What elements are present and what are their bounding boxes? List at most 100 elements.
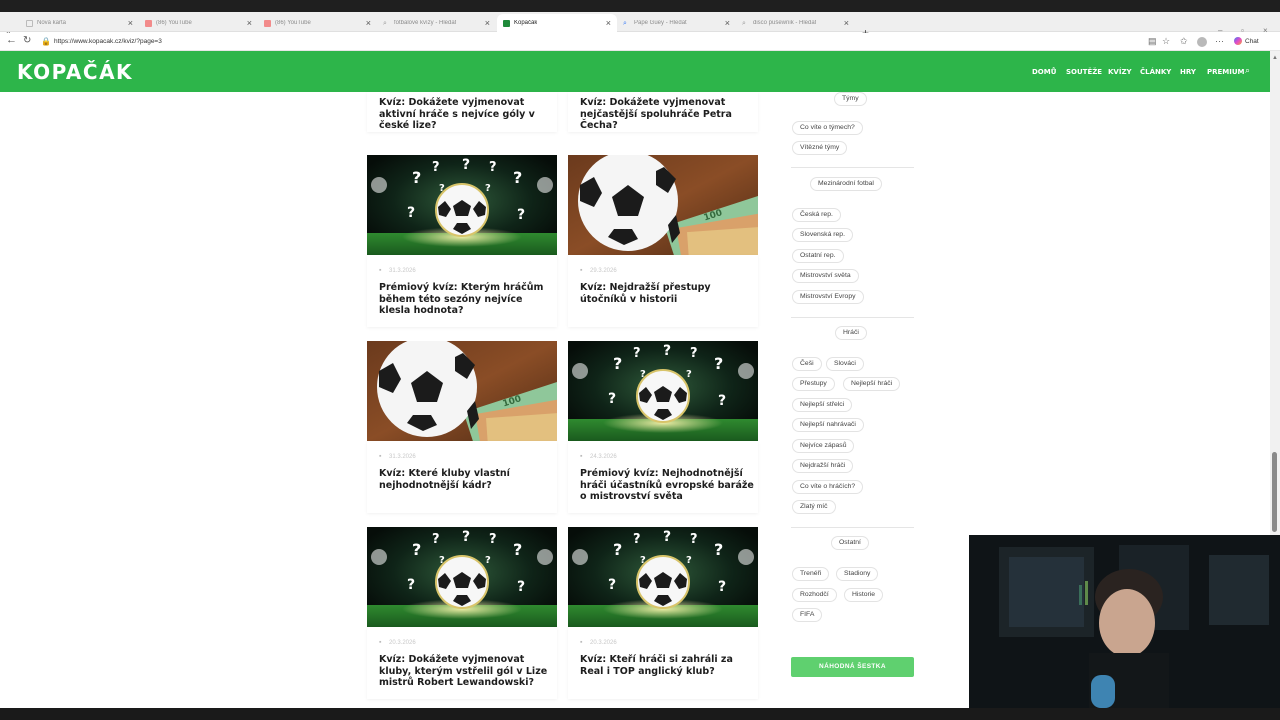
card-title[interactable]: Prémiový kvíz: Nejhodnotnější hráči účas… [580,468,755,503]
tag-nejlepsi-hraci[interactable]: Nejlepší hráči [843,377,901,391]
browser-tab-strip: ⌄ Nová karta × (86) YouTube × (86) YouTu… [0,12,1280,40]
scroll-up-arrow-icon[interactable]: ▲ [1272,55,1278,61]
close-icon[interactable]: × [128,17,133,29]
close-icon[interactable]: × [485,17,490,29]
svg-text:?: ? [412,168,421,187]
tag-historie[interactable]: Historie [844,588,884,602]
nav-hry[interactable]: HRY [1180,68,1196,76]
nav-kvizy[interactable]: KVÍZY [1108,68,1132,76]
url-field[interactable]: https://www.kopacak.cz/kviz/?page=3 [54,38,162,45]
tab-label: disco pušewnik - Hledat [753,20,817,26]
quiz-card[interactable]: Kvíz: Dokážete vyjmenovat nejčastější sp… [568,92,758,132]
tag-co-vite-o-hracich[interactable]: Co víte o hráčích? [792,480,864,494]
card-image[interactable]: ????????? [367,155,557,255]
tag-nejdrazsi-hraci[interactable]: Nejdražší hráči [792,459,854,473]
random-six-button[interactable]: NÁHODNÁ ŠESTKA [791,657,914,677]
card-title[interactable]: Kvíz: Kteří hráči si zahráli za Real i T… [580,654,755,677]
card-date: 31.3.2026 [389,268,416,274]
tag-ostatni-rep[interactable]: Ostatní rep. [792,249,844,263]
quiz-card[interactable]: ▪ 29.3.2026 Kvíz: Nejdražší přestupy útoč… [568,255,758,327]
lock-icon[interactable]: 🔒 [41,37,51,46]
tag-cesi[interactable]: Češi [792,357,822,371]
nav-premium[interactable]: PREMIUM [1207,68,1245,76]
tag-treneri[interactable]: Trenéři [792,567,830,581]
close-icon[interactable]: × [366,17,371,29]
card-title[interactable]: Kvíz: Nejdražší přestupy útočníků v hist… [580,282,755,305]
tag-ceska-rep[interactable]: Česká rep. [792,208,841,222]
tab-youtube-2[interactable]: (86) YouTube × [258,14,377,32]
svg-text:?: ? [608,391,616,407]
quiz-card[interactable]: Kvíz: Dokážete vyjmenovat aktivní hráče … [367,92,557,132]
card-title[interactable]: Kvíz: Dokážete vyjmenovat aktivní hráče … [379,97,554,132]
tag-slovenska-rep[interactable]: Slovenská rep. [792,228,853,242]
youtube-icon [264,19,271,27]
tab-search-disco[interactable]: ⌕ disco pušewnik - Hledat × [736,14,855,32]
tag-nejvice-zapasu[interactable]: Nejvíce zápasů [792,439,855,453]
tag-zlaty-mic[interactable]: Zlatý míč [792,500,836,514]
card-title[interactable]: Kvíz: Které kluby vlastní nejhodnotnější… [379,468,554,491]
close-icon[interactable]: × [247,17,252,29]
tab-youtube-1[interactable]: (86) YouTube × [139,14,258,32]
reload-icon[interactable]: ↻ [23,35,31,46]
tag-co-vite-o-tymech[interactable]: Co víte o týmech? [792,121,863,135]
nav-clanky[interactable]: ČLÁNKY [1140,68,1171,76]
page-icon [26,19,33,27]
scrollbar-thumb[interactable] [1272,452,1277,532]
nav-souteze[interactable]: SOUTĚŽE [1066,68,1102,76]
tab-kopacak[interactable]: Kopačák × [497,14,617,32]
profile-avatar[interactable] [1197,37,1207,47]
favorites-icon[interactable]: ✩ [1180,36,1188,47]
calendar-icon: ▪ [379,639,382,646]
sidebar-heading-ostatni[interactable]: Ostatní [831,536,869,550]
svg-text:?: ? [407,577,415,593]
card-title[interactable]: Kvíz: Dokážete vyjmenovat nejčastější sp… [580,97,755,132]
card-date: 31.3.2026 [389,454,416,460]
card-image[interactable]: ????????? [568,527,758,627]
tab-new-tab[interactable]: Nová karta × [20,14,139,32]
tag-rozhodci[interactable]: Rozhodčí [792,588,837,602]
tag-mistrovstvi-sveta[interactable]: Mistrovství světa [792,269,859,283]
tag-nejlepsi-strelci[interactable]: Nejlepší střelci [792,398,853,412]
close-icon[interactable]: × [725,17,730,29]
reader-view-icon[interactable]: ▤ [1148,36,1157,47]
close-icon[interactable]: × [844,17,849,29]
quiz-card[interactable]: ▪ 20.3.2026 Kvíz: Kteří hráči si zahráli … [568,627,758,699]
tag-stadiony[interactable]: Stadiony [836,567,879,581]
tag-prestupy[interactable]: Přestupy [792,377,835,391]
card-title[interactable]: Kvíz: Dokážete vyjmenovat kluby, kterým … [379,654,554,689]
quiz-card[interactable]: ▪ 31.3.2026 Kvíz: Které kluby vlastní nej… [367,441,557,513]
address-bar: ← ↻ 🔒 https://www.kopacak.cz/kviz/?page=… [0,33,1280,51]
tab-search-pape-guey[interactable]: ⌕ Pape Guey - Hledat × [617,14,736,32]
card-image[interactable]: ????????? [568,341,758,441]
nav-domu[interactable]: DOMŮ [1032,68,1056,76]
tag-nejlepsi-nahravaci[interactable]: Nejlepší nahrávači [792,418,864,432]
svg-text:?: ? [432,160,440,175]
card-date: 24.3.2026 [590,454,617,460]
card-image[interactable]: 100 [568,155,758,255]
sidebar-heading-tymy[interactable]: Týmy [834,92,867,106]
quiz-card[interactable]: ▪ 31.3.2026 Prémiový kvíz: Kterým hráčům … [367,255,557,327]
back-arrow-icon[interactable]: ← [6,34,17,46]
quiz-card[interactable]: ▪ 24.3.2026 Prémiový kvíz: Nejhodnotnější… [568,441,758,513]
tag-mistrovstvi-evropy[interactable]: Mistrovství Evropy [792,290,864,304]
tag-vitezne-tymy[interactable]: Vítězné týmy [792,141,848,155]
tag-fifa[interactable]: FIFA [792,608,823,622]
favorite-star-icon[interactable]: ☆ [1162,36,1170,47]
svg-text:?: ? [663,529,671,545]
card-image[interactable]: ????????? [367,527,557,627]
site-logo[interactable]: KOPAČÁK [17,60,133,84]
close-icon[interactable]: × [606,17,611,29]
more-menu-icon[interactable]: ⋯ [1215,36,1224,47]
tag-slovaci[interactable]: Slováci [826,357,864,371]
card-date: 20.3.2026 [590,640,617,646]
svg-text:?: ? [714,540,723,559]
sidebar-heading-hraci[interactable]: Hráči [835,326,867,340]
search-icon[interactable]: ⌕ [1245,65,1250,76]
card-image[interactable]: 100 [367,341,557,441]
tab-search-fotbalove-kvizy[interactable]: ⌕ fotbalové kvízy - Hledat × [377,14,496,32]
quiz-card[interactable]: ▪ 20.3.2026 Kvíz: Dokážete vyjmenovat klu… [367,627,557,699]
card-title[interactable]: Prémiový kvíz: Kterým hráčům během této … [379,282,554,317]
sidebar-heading-mezinarodni-fotbal[interactable]: Mezinárodní fotbal [810,177,882,191]
copilot-chat-button[interactable]: Chat [1234,37,1259,45]
tab-label: (86) YouTube [275,20,311,26]
